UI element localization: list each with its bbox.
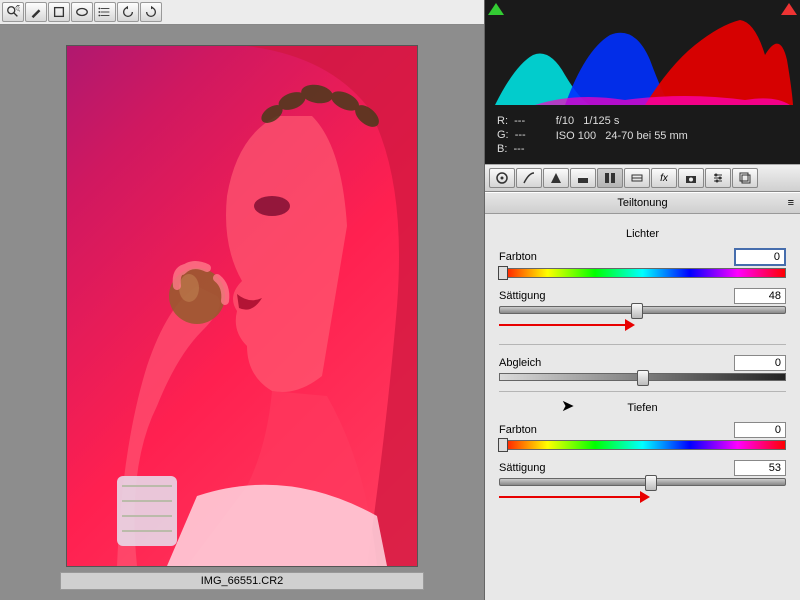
divider <box>499 344 786 345</box>
panel-tabs: fx <box>485 164 800 192</box>
highlights-hue-slider[interactable] <box>499 268 786 278</box>
list-tool-icon[interactable] <box>94 2 116 22</box>
tab-hsl-icon[interactable] <box>570 168 596 188</box>
shadows-sat-label: Sättigung <box>499 462 734 474</box>
highlights-sat-input[interactable] <box>734 288 786 304</box>
highlights-hue-input[interactable] <box>734 248 786 266</box>
shadows-hue-label: Farbton <box>499 424 734 436</box>
crop-tool-icon[interactable] <box>48 2 70 22</box>
image-preview[interactable] <box>0 25 484 566</box>
histogram[interactable] <box>485 0 800 108</box>
shadows-sat-input[interactable] <box>734 460 786 476</box>
panel-menu-icon[interactable]: ≡ <box>788 197 794 209</box>
annotation-arrow <box>499 318 786 332</box>
cursor-icon: ➤ <box>561 396 574 416</box>
tab-fx-icon[interactable]: fx <box>651 168 677 188</box>
brush-tool-icon[interactable] <box>25 2 47 22</box>
preview-pane: 👁 <box>0 0 484 600</box>
exif-aperture: f/10 <box>556 115 574 127</box>
tab-split-toning-icon[interactable] <box>597 168 623 188</box>
exif-iso: ISO 100 <box>556 130 596 142</box>
balance-slider[interactable] <box>499 373 786 381</box>
shadow-clip-icon[interactable] <box>488 3 504 15</box>
top-toolbar: 👁 <box>0 0 484 25</box>
exif-shutter: 1/125 s <box>583 115 619 127</box>
rgb-b: --- <box>514 143 525 155</box>
ellipse-tool-icon[interactable] <box>71 2 93 22</box>
balance-input[interactable] <box>734 355 786 371</box>
panel-title: Teiltonung <box>617 197 667 209</box>
tab-curve-icon[interactable] <box>516 168 542 188</box>
panel-header: Teiltonung ≡ <box>485 192 800 214</box>
shadows-sat-slider[interactable] <box>499 478 786 486</box>
shadows-hue-input[interactable] <box>734 422 786 438</box>
highlights-hue-label: Farbton <box>499 251 734 263</box>
shadows-title: Tiefen <box>499 402 786 414</box>
highlights-title: Lichter <box>499 228 786 240</box>
shadows-hue-slider[interactable] <box>499 440 786 450</box>
svg-text:👁: 👁 <box>15 5 20 14</box>
histogram-graph <box>485 0 800 108</box>
rgb-r: --- <box>514 115 525 127</box>
split-toning-body: Lichter Farbton Sättigung Abgleich ➤ Tie… <box>485 214 800 524</box>
tab-lens-icon[interactable] <box>624 168 650 188</box>
highlights-sat-slider[interactable] <box>499 306 786 314</box>
preview-image <box>67 46 417 566</box>
rotate-ccw-icon[interactable] <box>117 2 139 22</box>
divider <box>499 391 786 392</box>
tab-camera-icon[interactable] <box>678 168 704 188</box>
exif-info: R: --- G: --- B: --- f/10 1/125 s ISO 10… <box>485 108 800 164</box>
tab-presets-icon[interactable] <box>732 168 758 188</box>
zoom-tool-icon[interactable]: 👁 <box>2 2 24 22</box>
rotate-cw-icon[interactable] <box>140 2 162 22</box>
highlight-clip-icon[interactable] <box>781 3 797 15</box>
highlights-sat-label: Sättigung <box>499 290 734 302</box>
exif-lens: 24-70 bei 55 mm <box>605 130 688 142</box>
filename-label: IMG_66551.CR2 <box>60 572 424 590</box>
balance-label: Abgleich <box>499 357 734 369</box>
tab-basic-icon[interactable] <box>489 168 515 188</box>
tab-detail-icon[interactable] <box>543 168 569 188</box>
adjustments-panel: R: --- G: --- B: --- f/10 1/125 s ISO 10… <box>484 0 800 600</box>
rgb-g: --- <box>515 129 526 141</box>
annotation-arrow <box>499 490 786 504</box>
tab-sliders-icon[interactable] <box>705 168 731 188</box>
